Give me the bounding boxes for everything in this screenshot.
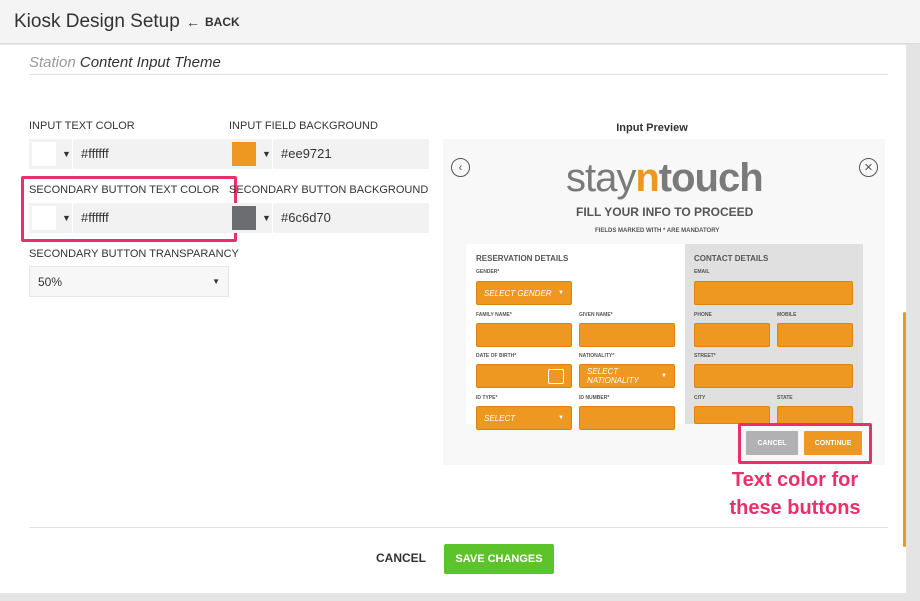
cancel-button[interactable]: CANCEL	[376, 551, 426, 565]
state-label: STATE	[777, 395, 793, 401]
back-label: BACK	[205, 15, 240, 29]
logo-text-accent: n	[635, 156, 659, 200]
hex-value[interactable]: #6c6d70	[273, 203, 331, 233]
secondary-button-text-color-label: SECONDARY BUTTON TEXT COLOR	[29, 184, 220, 196]
phone-input[interactable]	[694, 323, 770, 347]
contact-details-title: CONTACT DETAILS	[694, 254, 769, 263]
caret-down-icon: ▼	[212, 277, 220, 286]
gender-label: GENDER*	[476, 269, 500, 275]
back-button[interactable]: ← BACK	[186, 15, 240, 29]
input-text-color-label: INPUT TEXT COLOR	[29, 120, 135, 132]
given-name-input[interactable]	[579, 323, 675, 347]
annotation-text: Text color for these buttons	[700, 466, 890, 522]
street-label: STREET*	[694, 353, 716, 359]
arrow-left-icon: ←	[186, 14, 200, 30]
input-text-color-picker[interactable]: ▼ #ffffff	[29, 139, 229, 169]
close-circle-icon[interactable]: ✕	[859, 158, 878, 177]
page-title: Kiosk Design Setup	[14, 11, 180, 32]
secondary-button-background-label: SECONDARY BUTTON BACKGROUND	[229, 184, 429, 196]
input-field-background-picker[interactable]: ▼ #ee9721	[229, 139, 429, 169]
color-swatch-dropdown[interactable]: ▼	[229, 139, 273, 169]
email-input[interactable]	[694, 281, 853, 305]
date-of-birth-input[interactable]	[476, 364, 572, 388]
hex-value[interactable]: #ffffff	[73, 203, 109, 233]
secondary-button-transparancy-label: SECONDARY BUTTON TRANSPARANCY	[29, 248, 239, 260]
nationality-value: SELECT NATIONALITY	[587, 367, 639, 385]
stayntouch-logo: stayntouch	[566, 156, 764, 201]
state-input[interactable]	[777, 406, 853, 424]
preview-continue-button[interactable]: CONTINUE	[804, 431, 862, 455]
street-input[interactable]	[694, 364, 853, 388]
calendar-icon[interactable]	[548, 368, 564, 384]
caret-down-icon: ▼	[558, 290, 564, 296]
city-label: CITY	[694, 395, 706, 401]
caret-down-icon: ▼	[262, 149, 271, 159]
caret-down-icon: ▼	[661, 373, 667, 379]
save-changes-button[interactable]: SAVE CHANGES	[444, 544, 554, 574]
caret-down-icon: ▼	[558, 415, 564, 421]
section-divider	[29, 74, 888, 75]
mobile-input[interactable]	[777, 323, 853, 347]
city-input[interactable]	[694, 406, 770, 424]
logo-text-prefix: stay	[566, 156, 636, 200]
color-swatch	[32, 206, 56, 230]
nationality-label: NATIONALITY*	[579, 353, 615, 359]
nationality-select[interactable]: SELECT NATIONALITY ▼	[579, 364, 675, 388]
transparancy-value: 50%	[38, 274, 63, 289]
section-title-main: Content Input Theme	[79, 54, 221, 71]
color-swatch-dropdown[interactable]: ▼	[229, 203, 273, 233]
gender-select[interactable]: SELECT GENDER ▼	[476, 281, 572, 305]
email-label: EMAIL	[694, 269, 710, 275]
section-title: Station Content Input Theme	[29, 54, 221, 71]
caret-down-icon: ▼	[62, 149, 71, 159]
color-swatch-dropdown[interactable]: ▼	[29, 203, 73, 233]
mobile-label: MOBILE	[777, 312, 797, 318]
hex-value[interactable]: #ee9721	[273, 139, 332, 169]
id-type-select[interactable]: SELECT ▼	[476, 406, 572, 430]
footer-divider	[29, 527, 888, 528]
reservation-details-title: RESERVATION DETAILS	[476, 254, 569, 263]
logo-text-suffix: touch	[658, 156, 764, 200]
id-number-label: ID NUMBER*	[579, 395, 610, 401]
secondary-button-background-picker[interactable]: ▼ #6c6d70	[229, 203, 429, 233]
caret-down-icon: ▼	[62, 213, 71, 223]
preview-heading: Input Preview	[616, 122, 688, 134]
annotation-line-2: these buttons	[729, 497, 861, 519]
gender-value: SELECT GENDER	[484, 288, 552, 298]
given-name-label: GIVEN NAME*	[579, 312, 613, 318]
secondary-button-text-color-picker[interactable]: ▼ #ffffff	[29, 203, 229, 233]
family-name-input[interactable]	[476, 323, 572, 347]
date-of-birth-label: DATE OF BIRTH*	[476, 353, 517, 359]
id-type-label: ID TYPE*	[476, 395, 498, 401]
section-title-muted: Station	[29, 54, 76, 71]
id-number-input[interactable]	[579, 406, 675, 430]
chevron-left-circle-icon[interactable]: ‹	[451, 158, 470, 177]
annotation-line-1: Text color for	[731, 469, 859, 491]
id-type-value: SELECT	[484, 413, 516, 423]
hex-value[interactable]: #ffffff	[73, 139, 109, 169]
color-swatch	[232, 206, 256, 230]
color-swatch	[232, 142, 256, 166]
phone-label: PHONE	[694, 312, 712, 318]
scrollbar[interactable]	[903, 312, 906, 547]
color-swatch	[32, 142, 56, 166]
input-field-background-label: INPUT FIELD BACKGROUND	[229, 120, 378, 132]
preview-cancel-button[interactable]: CANCEL	[746, 431, 798, 455]
preview-title: FILL YOUR INFO TO PROCEED	[576, 205, 754, 219]
caret-down-icon: ▼	[262, 213, 271, 223]
color-swatch-dropdown[interactable]: ▼	[29, 139, 73, 169]
transparancy-select[interactable]: 50% ▼	[29, 266, 229, 297]
family-name-label: FAMILY NAME*	[476, 312, 512, 318]
preview-note: FIELDS MARKED WITH * ARE MANDATORY	[595, 228, 720, 234]
